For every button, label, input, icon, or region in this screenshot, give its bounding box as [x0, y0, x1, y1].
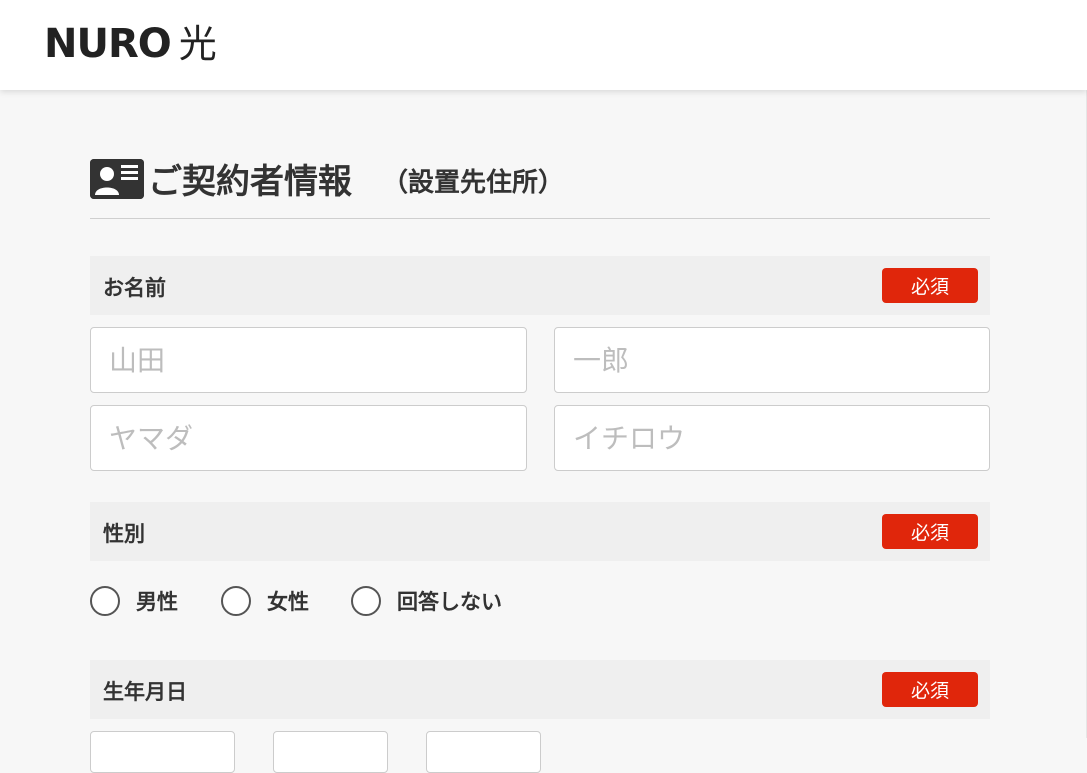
first-name-input[interactable] — [554, 327, 990, 393]
logo-kanji: 光 — [178, 22, 217, 66]
section-title: ご契約者情報 — [148, 162, 352, 202]
radio-circle-icon[interactable] — [221, 586, 251, 616]
gender-field-header: 性別 必須 — [90, 502, 990, 561]
gender-field-label: 性別 — [103, 522, 145, 546]
required-badge: 必須 — [882, 268, 978, 303]
gender-radio-no-answer[interactable]: 回答しない — [351, 584, 502, 618]
required-badge: 必須 — [882, 514, 978, 549]
logo-text: NURO — [44, 21, 172, 67]
first-name-kana-input[interactable] — [554, 405, 990, 471]
last-name-input[interactable] — [90, 327, 527, 393]
id-card-icon — [90, 159, 144, 199]
birthdate-field-label: 生年月日 — [103, 680, 187, 704]
section-subtitle: （設置先住所） — [382, 168, 565, 198]
gender-option-label: 女性 — [267, 590, 309, 614]
gender-option-label: 男性 — [136, 590, 178, 614]
required-badge: 必須 — [882, 672, 978, 707]
birth-day-select[interactable] — [426, 731, 541, 773]
section-heading: ご契約者情報 （設置先住所） — [90, 152, 990, 219]
last-name-kana-input[interactable] — [90, 405, 527, 471]
site-header: NURO 光 — [0, 0, 1087, 90]
gender-radio-female[interactable]: 女性 — [221, 584, 309, 618]
name-field-header: お名前 必須 — [90, 256, 990, 315]
birth-year-select[interactable] — [90, 731, 235, 773]
birth-month-select[interactable] — [273, 731, 388, 773]
radio-circle-icon[interactable] — [90, 586, 120, 616]
name-field-label: お名前 — [103, 276, 166, 300]
birthdate-field-header: 生年月日 必須 — [90, 660, 990, 719]
gender-option-label: 回答しない — [397, 590, 502, 614]
radio-circle-icon[interactable] — [351, 586, 381, 616]
nuro-hikari-logo[interactable]: NURO 光 — [44, 21, 217, 67]
gender-radio-male[interactable]: 男性 — [90, 584, 178, 618]
